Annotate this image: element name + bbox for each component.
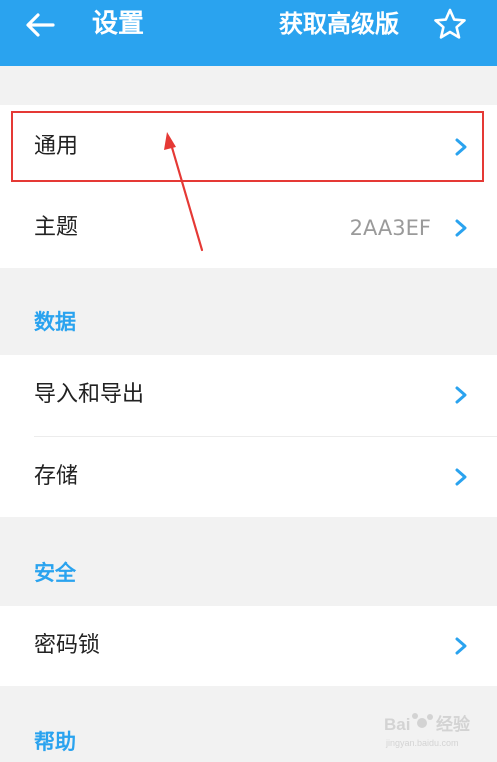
chevron-right-icon — [455, 386, 467, 404]
import-export-row[interactable]: 导入和导出 — [0, 355, 497, 435]
storage-row[interactable]: 存储 — [0, 437, 497, 517]
passcode-lock-label: 密码锁 — [34, 633, 101, 658]
baidu-jingyan-watermark: Bai 经验 jingyan.baidu.com — [384, 713, 471, 748]
favorite-button[interactable] — [427, 2, 473, 46]
general-label: 通用 — [34, 134, 79, 159]
chevron-right-icon — [455, 138, 467, 156]
storage-label: 存储 — [34, 464, 79, 489]
arrow-left-icon — [26, 13, 55, 37]
passcode-lock-row[interactable]: 密码锁 — [0, 606, 497, 686]
chevron-right-icon — [455, 219, 467, 237]
data-card: 导入和导出 存储 — [0, 355, 497, 517]
svg-text:Bai: Bai — [384, 715, 410, 734]
back-button[interactable] — [16, 7, 64, 43]
chevron-right-icon — [455, 637, 467, 655]
section-header-data: 数据 — [34, 310, 76, 334]
general-row[interactable]: 通用 — [0, 107, 497, 187]
theme-label: 主题 — [34, 215, 79, 240]
svg-text:jingyan.baidu.com: jingyan.baidu.com — [385, 738, 459, 748]
section-header-help: 帮助 — [34, 730, 76, 754]
chevron-right-icon — [455, 468, 467, 486]
get-premium-button[interactable]: 获取高级版 — [279, 6, 399, 42]
star-outline-icon — [434, 8, 466, 39]
svg-text:经验: 经验 — [436, 714, 471, 734]
security-card: 密码锁 — [0, 606, 497, 686]
page-title: 设置 — [92, 9, 145, 39]
theme-color-value: 2AA3EF — [349, 216, 431, 240]
general-card: 通用 主题 2AA3EF — [0, 105, 497, 268]
app-bar: 设置 获取高级版 — [0, 0, 497, 66]
theme-row[interactable]: 主题 2AA3EF — [0, 188, 497, 268]
section-header-security: 安全 — [34, 561, 76, 585]
import-export-label: 导入和导出 — [34, 382, 145, 407]
